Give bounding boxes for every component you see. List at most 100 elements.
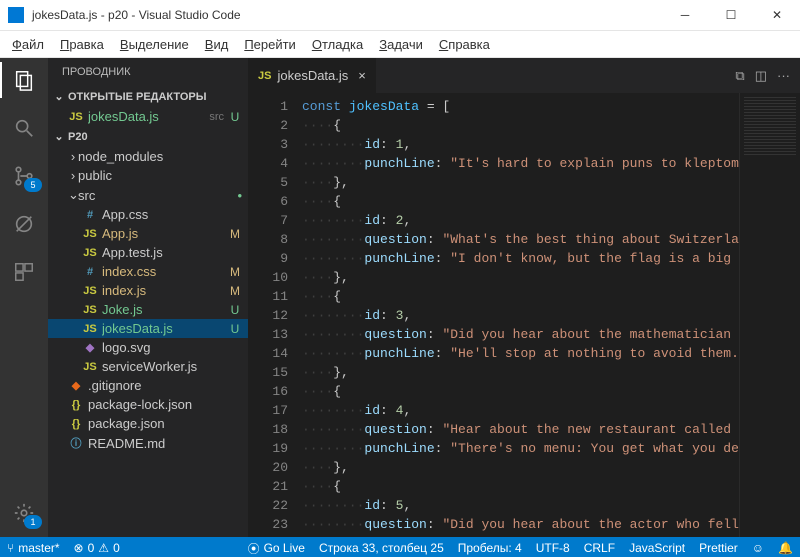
gear-badge: 1 [24,515,42,529]
extensions-icon[interactable] [10,258,38,286]
project-label: P20 [68,131,88,143]
folder-name: public [78,168,242,183]
file-item[interactable]: JSApp.test.js [48,243,248,262]
file-type-icon: JS [82,361,98,373]
file-name: package-lock.json [88,397,228,412]
folder-item[interactable]: ›node_modules [48,147,248,166]
file-type-icon: {} [68,399,84,411]
menu-файл[interactable]: Файл [4,35,52,54]
close-icon[interactable]: × [358,68,366,83]
tab-jokesdata[interactable]: JS jokesData.js × [248,58,376,93]
file-type-icon: # [82,209,98,221]
file-type-icon: JS [82,304,98,316]
menu-перейти[interactable]: Перейти [236,35,304,54]
code-lines[interactable]: const jokesData = [ ····{ ········id: 1,… [302,93,739,537]
file-name: logo.svg [102,340,228,355]
language-item[interactable]: JavaScript [622,537,692,557]
bell-icon[interactable]: 🔔 [771,537,800,557]
minimap[interactable] [739,93,800,537]
indent-item[interactable]: Пробелы: 4 [451,537,529,557]
maximize-button[interactable]: ☐ [708,0,754,30]
branch-icon: ⑂ [7,541,14,555]
chevron-down-icon: ⌄ [54,130,64,143]
open-editors-section[interactable]: ⌄ ОТКРЫТЫЕ РЕДАКТОРЫ [48,86,248,107]
source-control-icon[interactable]: 5 [10,162,38,190]
prettier-item[interactable]: Prettier [692,537,745,557]
file-status: M [228,284,242,298]
file-type-icon: ⓘ [68,435,84,451]
compare-icon[interactable]: ⧉ [735,68,744,84]
file-type-icon: JS [82,247,98,259]
eol-item[interactable]: CRLF [577,537,622,557]
menu-справка[interactable]: Справка [431,35,498,54]
file-item[interactable]: ◆logo.svg [48,338,248,357]
file-status: U [228,322,242,336]
file-name: App.css [102,207,228,222]
explorer-icon[interactable] [10,66,38,94]
problems-item[interactable]: ⊗0⚠0 [67,537,127,557]
settings-gear-icon[interactable]: 1 [10,499,38,527]
menu-вид[interactable]: Вид [197,35,237,54]
file-status: U [228,303,242,317]
scm-badge: 5 [24,178,42,192]
more-icon[interactable]: ··· [777,68,790,83]
file-type-icon: JS [82,228,98,240]
file-name: serviceWorker.js [102,359,228,374]
close-button[interactable]: ✕ [754,0,800,30]
cursor-position[interactable]: Строка 33, столбец 25 [312,537,451,557]
go-live-label: Go Live [264,541,305,555]
file-item[interactable]: ◆.gitignore [48,376,248,395]
js-file-icon: JS [258,70,271,82]
explorer-title: ПРОВОДНИК [48,58,248,86]
file-name: App.js [102,226,228,241]
window-title: jokesData.js - p20 - Visual Studio Code [32,8,662,22]
search-icon[interactable] [10,114,38,142]
menu-отладка[interactable]: Отладка [304,35,371,54]
branch-item[interactable]: ⑂master* [0,537,67,557]
activity-bar: 5 1 [0,58,48,537]
file-status: U [228,110,242,124]
file-item[interactable]: JS serviceWorker.js [48,357,248,376]
chevron-icon: › [68,168,78,183]
chevron-icon: ⌄ [68,187,78,203]
file-item[interactable]: JSApp.jsM [48,224,248,243]
folder-name: node_modules [78,149,242,164]
file-status: M [228,265,242,279]
file-item[interactable]: {} package-lock.json [48,395,248,414]
explorer-panel: ПРОВОДНИК ⌄ ОТКРЫТЫЕ РЕДАКТОРЫ JS jokesD… [48,58,248,537]
encoding-item[interactable]: UTF-8 [529,537,577,557]
menu-задачи[interactable]: Задачи [371,35,431,54]
file-name: jokesData.js [88,109,205,124]
folder-item[interactable]: ⌄src• [48,185,248,205]
file-name: Joke.js [102,302,228,317]
file-name: index.js [102,283,228,298]
file-type-icon: JS [82,285,98,297]
menu-выделение[interactable]: Выделение [112,35,197,54]
folder-item[interactable]: ›public [48,166,248,185]
warning-count: 0 [113,541,120,555]
feedback-icon[interactable]: ☺ [745,537,771,557]
file-type-icon: ◆ [68,379,84,392]
file-item[interactable]: # App.css [48,205,248,224]
split-editor-icon[interactable]: ◫ [755,68,767,84]
open-editors-label: ОТКРЫТЫЕ РЕДАКТОРЫ [68,91,207,103]
file-item[interactable]: JS Joke.jsU [48,300,248,319]
minimize-button[interactable]: ─ [662,0,708,30]
line-gutter: 123456789101112131415161718192021222324 [248,93,302,537]
file-type-icon: # [82,266,98,278]
go-live-item[interactable]: ⦿Go Live [241,537,312,557]
tab-label: jokesData.js [277,68,348,83]
debug-icon[interactable] [10,210,38,238]
file-item[interactable]: {}package.json [48,414,248,433]
file-item[interactable]: JSjokesData.jsU [48,319,248,338]
code-editor[interactable]: 123456789101112131415161718192021222324 … [248,93,800,537]
project-section[interactable]: ⌄ P20 [48,126,248,147]
file-item[interactable]: #index.cssM [48,262,248,281]
folder-name: src [78,188,233,203]
open-editor-item[interactable]: JS jokesData.js src U [48,107,248,126]
file-path: src [209,111,224,123]
menu-правка[interactable]: Правка [52,35,112,54]
chevron-down-icon: ⌄ [54,90,64,103]
file-item[interactable]: JS index.jsM [48,281,248,300]
file-item[interactable]: ⓘREADME.md [48,433,248,453]
